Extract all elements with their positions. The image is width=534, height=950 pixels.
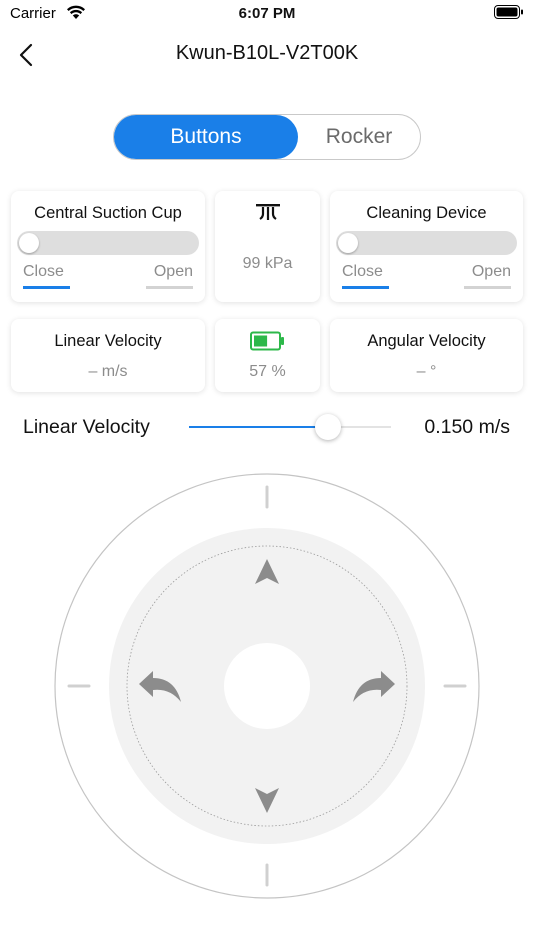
turn-left-icon[interactable] [133, 662, 185, 710]
linear-velocity-card: Linear Velocity – m/s [11, 319, 205, 392]
angular-velocity-card: Angular Velocity – ° [330, 319, 523, 392]
tab-buttons[interactable]: Buttons [114, 115, 298, 159]
open-indicator [146, 286, 193, 289]
backward-arrow-icon[interactable] [243, 780, 291, 820]
status-bar: Carrier 6:07 PM [0, 0, 534, 30]
suction-pressure-icon [256, 204, 280, 220]
battery-icon [250, 331, 284, 351]
suction-cup-toggle[interactable] [17, 231, 199, 255]
nav-bar: Kwun-B10L-V2T00K [0, 30, 534, 80]
cleaning-device-title: Cleaning Device [366, 204, 487, 222]
close-selected-indicator [23, 286, 70, 289]
pressure-value: 99 kPa [242, 255, 293, 272]
slider-fill [189, 426, 329, 428]
open-indicator [464, 286, 511, 289]
cleaning-device-open-option[interactable]: Open [472, 263, 511, 281]
velocity-slider-value: 0.150 m/s [424, 416, 510, 438]
suction-cup-card: Central Suction Cup Close Open [11, 191, 205, 302]
tab-rocker[interactable]: Rocker [298, 115, 420, 159]
cleaning-device-close-option[interactable]: Close [342, 263, 383, 281]
close-selected-indicator [342, 286, 389, 289]
suction-cup-title: Central Suction Cup [34, 204, 182, 222]
angular-velocity-title: Angular Velocity [367, 332, 486, 350]
battery-value: 57 % [249, 363, 286, 380]
turn-right-icon[interactable] [349, 662, 401, 710]
angular-velocity-value: – ° [416, 363, 437, 380]
battery-card: 57 % [215, 319, 320, 392]
mode-segmented-control: Buttons Rocker [113, 114, 421, 160]
linear-velocity-value: – m/s [88, 363, 128, 380]
velocity-slider[interactable] [189, 414, 391, 440]
toggle-knob[interactable] [338, 233, 358, 253]
cleaning-device-card: Cleaning Device Close Open [330, 191, 523, 302]
velocity-slider-label: Linear Velocity [23, 416, 150, 438]
suction-cup-close-option[interactable]: Close [23, 263, 64, 281]
page-title: Kwun-B10L-V2T00K [175, 42, 359, 64]
clock: 6:07 PM [238, 5, 296, 22]
linear-velocity-title: Linear Velocity [54, 332, 162, 350]
slider-thumb[interactable] [315, 414, 342, 440]
direction-pad [54, 473, 480, 899]
pressure-card: 99 kPa [215, 191, 320, 302]
status-battery-icon [494, 5, 523, 19]
suction-cup-open-option[interactable]: Open [154, 263, 193, 281]
toggle-knob[interactable] [19, 233, 39, 253]
forward-arrow-icon[interactable] [243, 552, 291, 592]
pad-center[interactable] [224, 643, 310, 729]
cleaning-device-toggle[interactable] [336, 231, 517, 255]
